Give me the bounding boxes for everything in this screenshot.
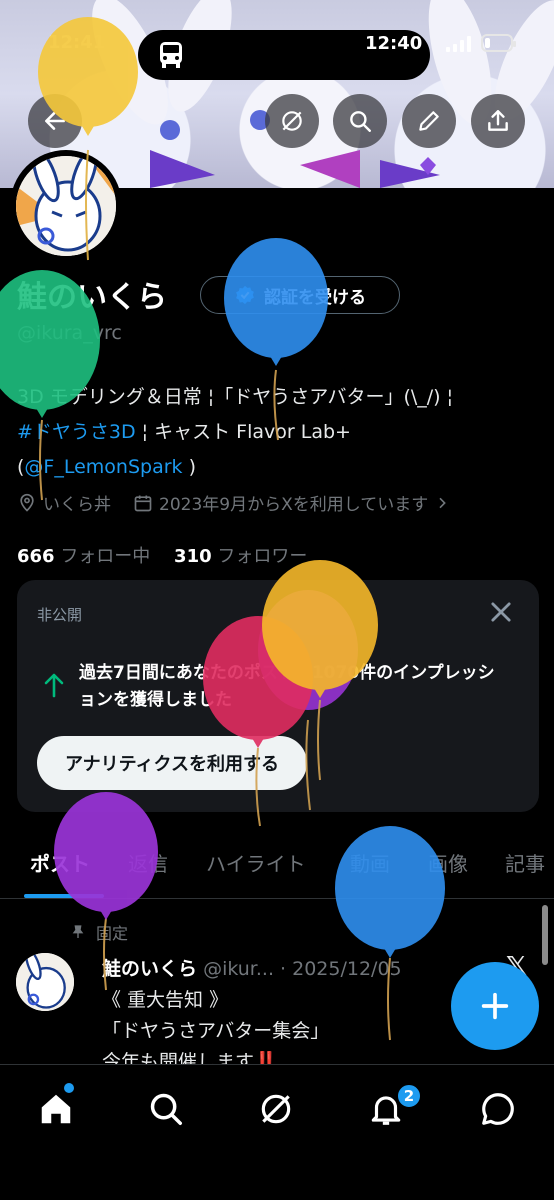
bottom-nav: 2 xyxy=(0,1064,554,1200)
battery-icon xyxy=(481,34,516,52)
home-icon xyxy=(41,1094,71,1124)
analytics-button[interactable]: アナリティクスを利用する xyxy=(37,736,308,790)
plus-icon xyxy=(481,992,509,1020)
location: いくら丼 xyxy=(17,490,111,515)
profile-bio: 3D モデリング＆日常 ¦「ドヤうさアバター」(\_/) ¦ #ドヤうさ3D ¦… xyxy=(17,380,542,485)
share-icon xyxy=(488,110,508,131)
share-button[interactable] xyxy=(471,94,525,148)
explore-button[interactable] xyxy=(265,94,319,148)
tab-media[interactable]: 画像 xyxy=(428,848,468,877)
joined-text: 2023年9月からXを利用しています xyxy=(159,495,429,515)
bio-paren-close: ) xyxy=(182,456,196,478)
search-icon xyxy=(350,111,371,132)
followers-count: 310 xyxy=(174,546,212,567)
profile-avatar[interactable] xyxy=(10,150,122,262)
nav-messages[interactable] xyxy=(478,1089,518,1129)
impressions-message: 過去7日間にあなたのポストは1070件のインプレッションを獲得しました xyxy=(79,663,495,710)
get-verified-button[interactable]: 認証を受ける xyxy=(200,276,400,314)
profile-tabs: ポスト 返信 ハイライト 動画 画像 記事 xyxy=(0,838,554,899)
profile-handle: @ikura_vrc xyxy=(17,322,122,344)
calendar-icon xyxy=(134,495,152,511)
compose-button[interactable] xyxy=(451,962,539,1050)
status-time-right: 12:40 xyxy=(365,33,423,54)
following-link[interactable]: 666 フォロー中 xyxy=(17,546,150,567)
nav-search[interactable] xyxy=(146,1089,186,1129)
impressions-card: 非公開 過去7日間にあなたのポストは1070件のインプレッションを獲得しました … xyxy=(17,580,539,812)
tab-highlights[interactable]: ハイライト xyxy=(206,848,306,877)
verified-badge-icon xyxy=(236,285,254,305)
following-count: 666 xyxy=(17,546,55,567)
home-notification-dot xyxy=(64,1083,74,1093)
status-time-left: 12:41 xyxy=(48,32,106,53)
post-header: 鮭のいくら @ikur... · 2025/12/05 xyxy=(102,954,402,981)
pinned-text: 固定 xyxy=(96,924,129,943)
back-button[interactable] xyxy=(28,94,82,148)
notification-badge: 2 xyxy=(396,1083,422,1109)
private-tag: 非公開 xyxy=(37,606,83,624)
avatar-image xyxy=(16,156,116,256)
search-button[interactable] xyxy=(333,94,387,148)
bio-line-1: 3D モデリング＆日常 ¦「ドヤうさアバター」(\_/) ¦ xyxy=(17,386,454,408)
post-line-2: 「ドヤうさアバター集会」 xyxy=(102,1020,330,1042)
bus-icon xyxy=(160,42,182,68)
post-avatar[interactable] xyxy=(16,953,74,1011)
tab-posts[interactable]: ポスト xyxy=(30,848,90,877)
close-icon[interactable] xyxy=(487,598,515,626)
search-icon xyxy=(150,1093,182,1125)
dynamic-island: 12:40 xyxy=(138,30,430,80)
signal-icon xyxy=(446,36,471,52)
followers-label: フォロワー xyxy=(217,546,308,567)
location-text: いくら丼 xyxy=(43,495,111,515)
post-author[interactable]: 鮭のいくら xyxy=(102,958,197,980)
pin-icon xyxy=(72,925,84,938)
nav-grok[interactable] xyxy=(256,1089,296,1129)
verify-label: 認証を受ける xyxy=(264,287,366,308)
bio-line-2: ¦ キャスト Flavor Lab+ xyxy=(135,421,351,443)
arrow-up-icon xyxy=(44,673,64,698)
bio-hashtag-link[interactable]: #ドヤうさ3D xyxy=(17,421,136,443)
explore-icon xyxy=(282,111,302,131)
scrollbar[interactable] xyxy=(542,905,548,965)
tab-videos[interactable]: 動画 xyxy=(350,848,390,877)
pencil-icon xyxy=(419,111,439,131)
profile-name: 鮭のいくら xyxy=(17,280,167,315)
tab-replies[interactable]: 返信 xyxy=(128,848,168,877)
post-date: · 2025/12/05 xyxy=(280,958,402,980)
bio-mention-link[interactable]: @F_LemonSpark xyxy=(24,456,182,478)
active-tab-indicator xyxy=(24,894,104,898)
tab-articles[interactable]: 記事 xyxy=(505,848,545,877)
grok-icon xyxy=(261,1094,291,1124)
nav-home[interactable] xyxy=(36,1089,76,1129)
pinned-label: 固定 xyxy=(70,920,128,944)
follow-counts: 666 フォロー中 310 フォロワー xyxy=(17,542,307,568)
following-label: フォロー中 xyxy=(60,546,151,567)
profile-meta: いくら丼 2023年9月からXを利用しています xyxy=(17,490,450,515)
status-bar: 12:41 12:40 xyxy=(0,14,554,80)
post-handle: @ikur... xyxy=(203,958,274,980)
chat-bubble-icon xyxy=(482,1093,514,1125)
location-pin-icon xyxy=(20,493,34,512)
post-line-1: 《 重大告知 》 xyxy=(102,989,229,1011)
post-text[interactable]: 《 重大告知 》 「ドヤうさアバター集会」 今年も開催します‼️ xyxy=(102,985,329,1073)
chevron-right-icon xyxy=(439,497,447,508)
joined-date[interactable]: 2023年9月からXを利用しています xyxy=(133,490,450,515)
back-arrow-icon xyxy=(45,112,65,130)
edit-button[interactable] xyxy=(402,94,456,148)
followers-link[interactable]: 310 フォロワー xyxy=(174,546,307,567)
